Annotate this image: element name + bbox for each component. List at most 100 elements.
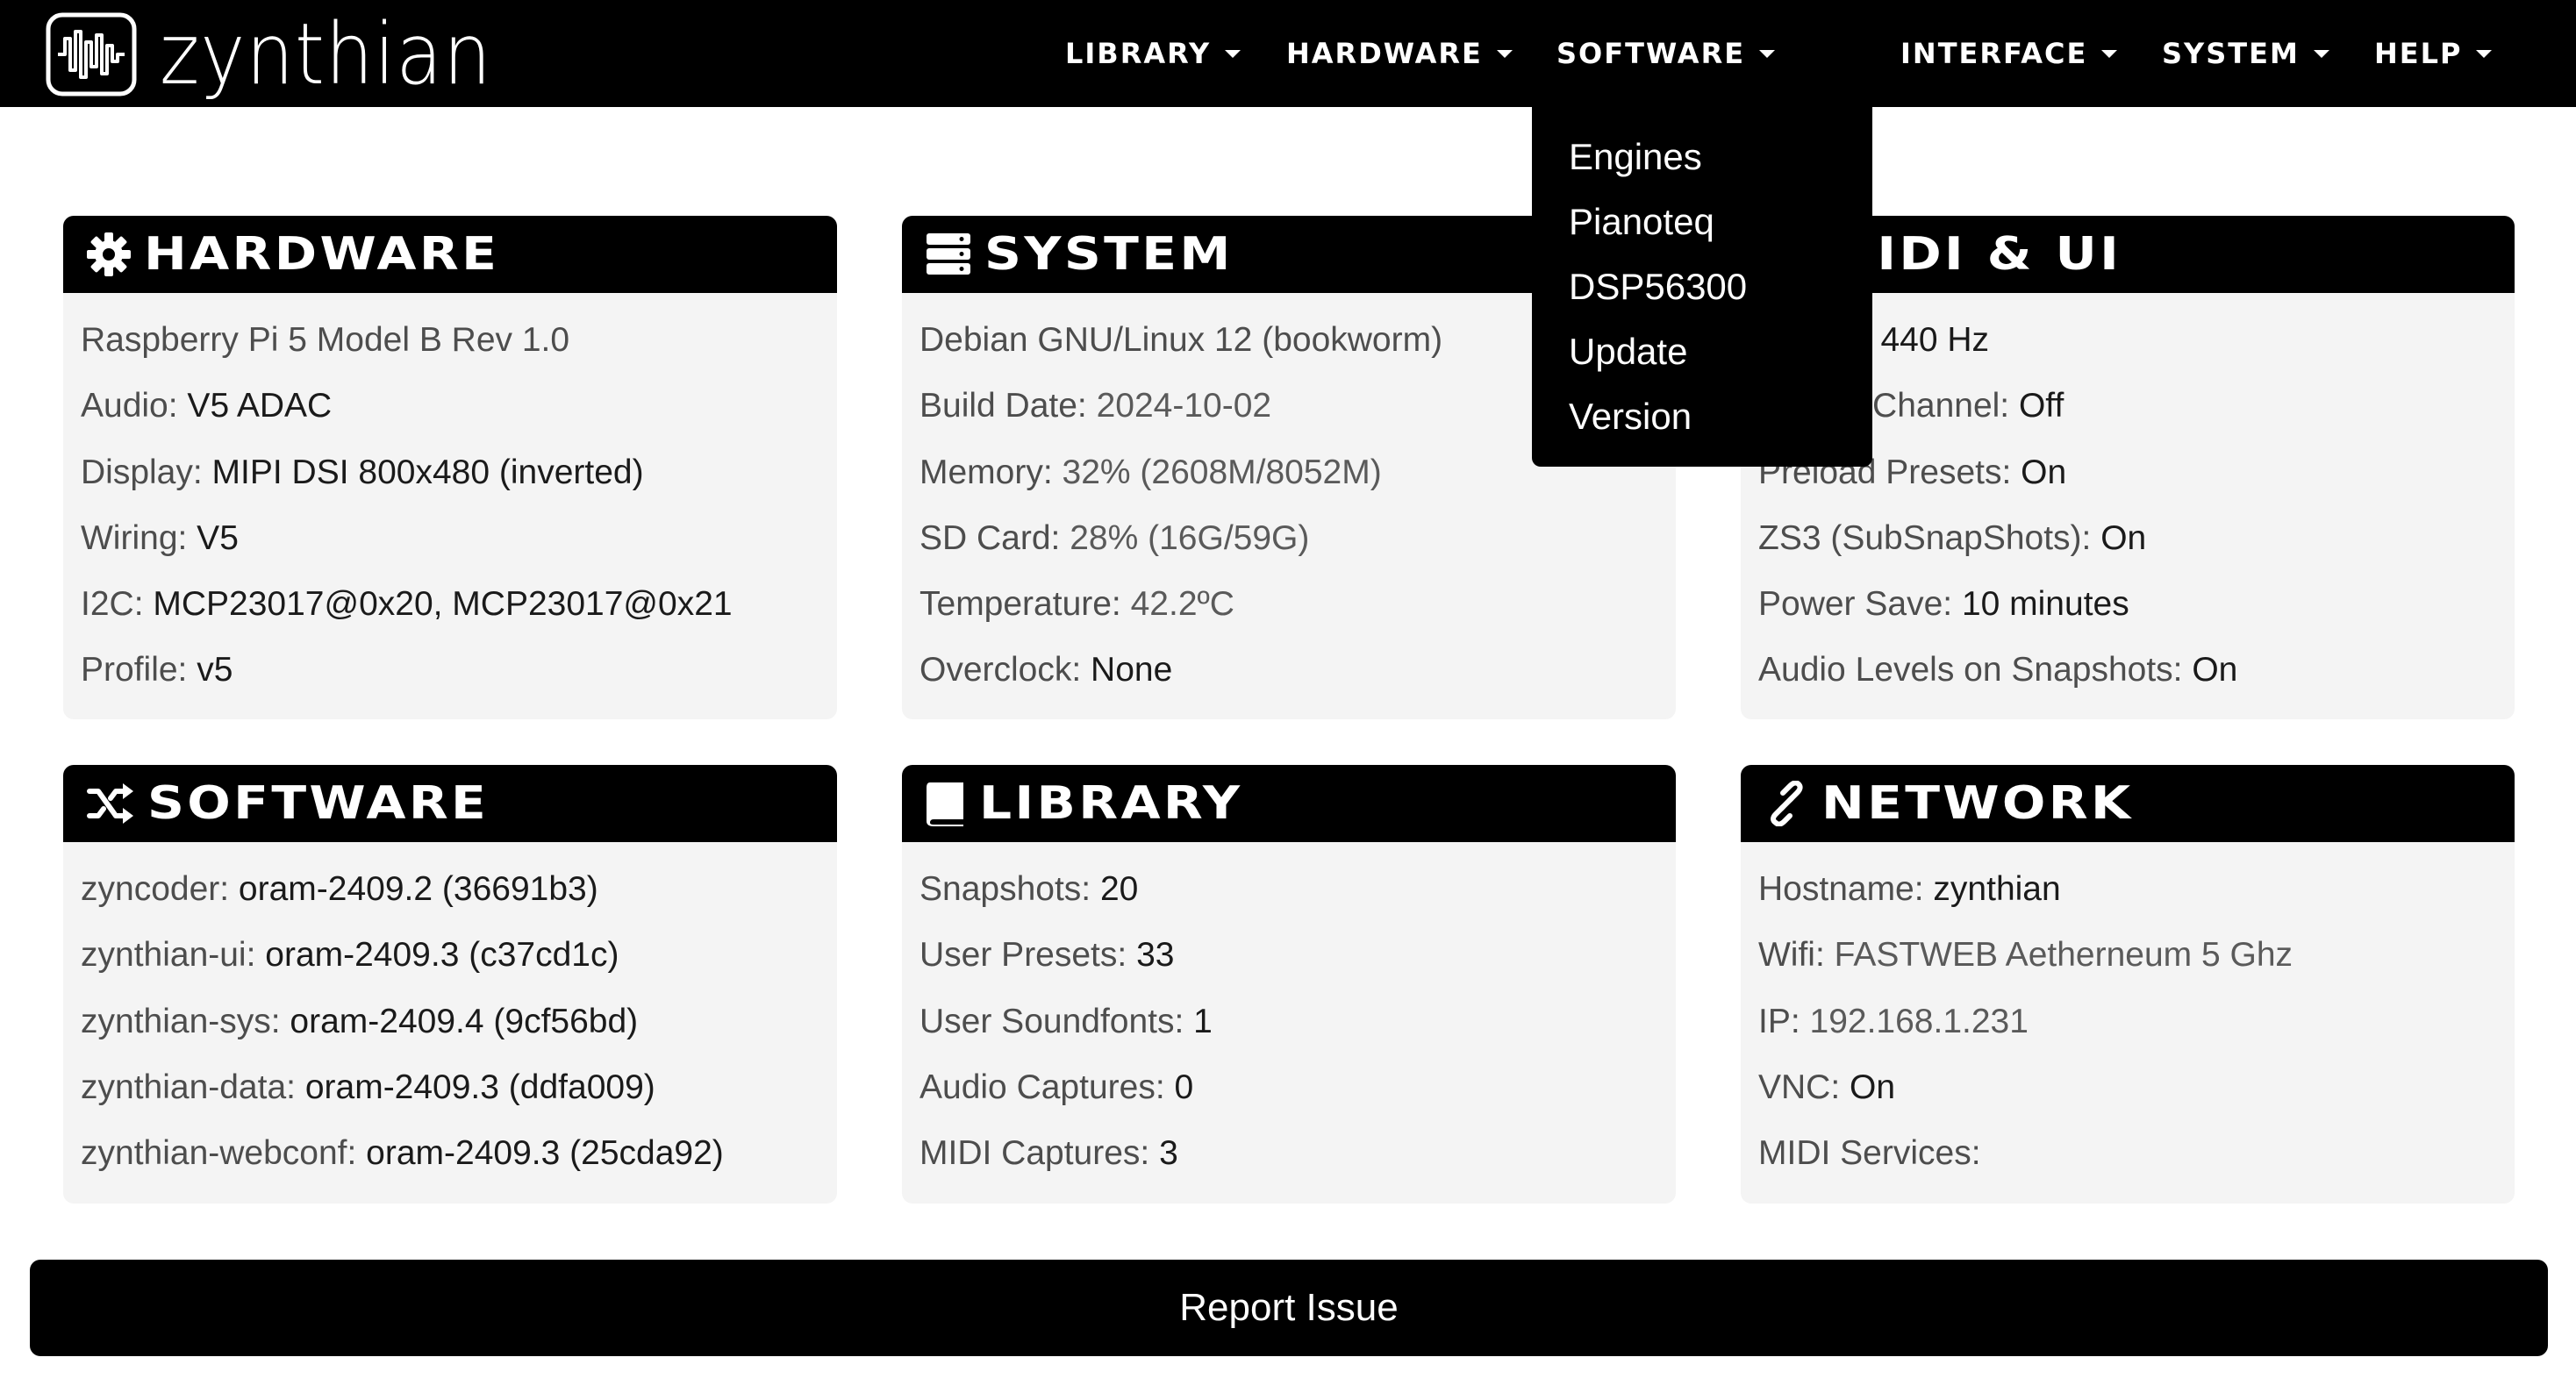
info-value: On bbox=[2182, 651, 2238, 689]
report-issue-label: Report Issue bbox=[1179, 1286, 1399, 1329]
info-value: 10 minutes bbox=[1952, 585, 2129, 624]
info-key: Audio Levels on Snapshots: bbox=[1758, 651, 2183, 689]
info-row: Overclock: None bbox=[919, 637, 1676, 703]
card-header: SOFTWARE bbox=[63, 765, 837, 842]
info-key: IP: bbox=[1758, 1002, 1800, 1040]
menu-item-update[interactable]: Update bbox=[1532, 319, 1872, 384]
info-key: MIDI Captures: bbox=[919, 1134, 1150, 1173]
menu-item-dsp56300[interactable]: DSP56300 bbox=[1532, 254, 1872, 319]
info-row: Power Save: 10 minutes bbox=[1758, 571, 2515, 637]
info-key: Overclock: bbox=[919, 651, 1082, 689]
info-key: Audio Captures: bbox=[919, 1068, 1165, 1106]
info-row: Display: MIPI DSI 800x480 (inverted) bbox=[81, 439, 837, 505]
hardware-card: HARDWARE Raspberry Pi 5 Model B Rev 1.0 … bbox=[63, 216, 837, 719]
info-row: ZS3 (SubSnapShots): On bbox=[1758, 505, 2515, 571]
caret-down-icon bbox=[2101, 49, 2118, 58]
card-body: Snapshots: 20 User Presets: 33 User Soun… bbox=[902, 842, 1676, 1186]
info-row: Audio Levels on Snapshots: On bbox=[1758, 637, 2515, 703]
info-value: MCP23017@0x20, MCP23017@0x21 bbox=[143, 585, 733, 624]
info-row: User Presets: 33 bbox=[919, 922, 1676, 988]
info-row: Profile: v5 bbox=[81, 637, 837, 703]
caret-down-icon bbox=[2313, 49, 2329, 58]
shuffle-icon bbox=[87, 783, 133, 824]
card-header: HARDWARE bbox=[63, 216, 837, 293]
info-value: 1 bbox=[1184, 1002, 1213, 1040]
network-card: NETWORK Hostname: zynthian Wifi: FASTWEB… bbox=[1741, 765, 2515, 1204]
software-card: SOFTWARE zyncoder: oram-2409.2 (36691b3)… bbox=[63, 765, 837, 1204]
card-title: SOFTWARE bbox=[147, 777, 490, 830]
info-key: SD Card: bbox=[919, 518, 1061, 557]
info-key: User Soundfonts: bbox=[919, 1002, 1184, 1040]
info-key: User Presets: bbox=[919, 936, 1127, 975]
info-key: Audio: bbox=[81, 387, 178, 425]
menu-item-engines[interactable]: Engines bbox=[1532, 125, 1872, 189]
info-key: zynthian-sys: bbox=[81, 1002, 281, 1040]
menu-item-version[interactable]: Version bbox=[1532, 384, 1872, 449]
info-key: Profile: bbox=[81, 651, 188, 689]
caret-down-icon bbox=[1759, 49, 1776, 58]
info-value: oram-2409.3 (ddfa009) bbox=[296, 1068, 655, 1106]
info-row: zynthian-data: oram-2409.3 (ddfa009) bbox=[81, 1054, 837, 1120]
nav-system-label: SYSTEM bbox=[2162, 37, 2300, 70]
card-header: LIBRARY bbox=[902, 765, 1676, 842]
gear-icon bbox=[87, 232, 131, 276]
top-navbar: zynthian LIBRARY HARDWARE SOFTWARE INTER… bbox=[0, 0, 2576, 107]
report-issue-button[interactable]: Report Issue bbox=[30, 1260, 2548, 1356]
info-row: IP: 192.168.1.231 bbox=[1758, 989, 2515, 1054]
info-row: VNC: On bbox=[1758, 1054, 2515, 1120]
info-value: V5 ADAC bbox=[177, 387, 333, 425]
info-value: oram-2409.2 (36691b3) bbox=[229, 870, 598, 908]
card-header: NETWORK bbox=[1741, 765, 2515, 842]
book-icon bbox=[927, 782, 963, 826]
nav-hardware[interactable]: HARDWARE bbox=[1286, 0, 1513, 107]
info-value: 32% (2608M/8052M) bbox=[1052, 453, 1382, 491]
info-value: zynthian bbox=[1923, 870, 2061, 908]
info-value: Off bbox=[2009, 387, 2064, 425]
info-value: 20 bbox=[1091, 870, 1139, 908]
info-value: 2024-10-02 bbox=[1086, 387, 1272, 425]
nav-help-label: HELP bbox=[2374, 37, 2463, 70]
info-key: Wifi: bbox=[1758, 936, 1825, 975]
info-key: Hostname: bbox=[1758, 870, 1924, 908]
card-title: SYSTEM bbox=[984, 228, 1234, 281]
info-row: zynthian-ui: oram-2409.3 (c37cd1c) bbox=[81, 922, 837, 988]
software-dropdown-menu: Engines Pianoteq DSP56300 Update Version bbox=[1532, 107, 1872, 467]
info-key: Memory: bbox=[919, 453, 1053, 491]
info-row: Wiring: V5 bbox=[81, 505, 837, 571]
nav-library[interactable]: LIBRARY bbox=[1065, 0, 1241, 107]
info-key: Power Save: bbox=[1758, 585, 1953, 624]
info-value: 0 bbox=[1164, 1068, 1194, 1106]
info-row: SD Card: 28% (16G/59G) bbox=[919, 505, 1676, 571]
nav-software[interactable]: SOFTWARE bbox=[1556, 0, 1776, 107]
info-value: oram-2409.3 (25cda92) bbox=[356, 1134, 724, 1173]
info-key: Debian GNU/Linux 12 (bookworm) bbox=[919, 321, 1443, 359]
nav-library-label: LIBRARY bbox=[1065, 37, 1212, 70]
info-row: Audio Captures: 0 bbox=[919, 1054, 1676, 1120]
info-row: I2C: MCP23017@0x20, MCP23017@0x21 bbox=[81, 571, 837, 637]
nav-help[interactable]: HELP bbox=[2374, 0, 2493, 107]
caret-down-icon bbox=[1225, 49, 1241, 58]
info-key: Display: bbox=[81, 453, 203, 491]
info-row: zynthian-webconf: oram-2409.3 (25cda92) bbox=[81, 1120, 837, 1186]
info-value: 42.2ºC bbox=[1120, 585, 1234, 624]
menu-item-pianoteq[interactable]: Pianoteq bbox=[1532, 189, 1872, 254]
info-value: 192.168.1.231 bbox=[1800, 1002, 2029, 1040]
info-row: zyncoder: oram-2409.2 (36691b3) bbox=[81, 856, 837, 922]
nav-hardware-label: HARDWARE bbox=[1286, 37, 1483, 70]
info-value: oram-2409.3 (c37cd1c) bbox=[255, 936, 619, 975]
caret-down-icon bbox=[2476, 49, 2493, 58]
info-value: 28% (16G/59G) bbox=[1060, 518, 1310, 557]
link-icon bbox=[1771, 781, 1803, 826]
info-value: 3 bbox=[1149, 1134, 1178, 1173]
nav-interface[interactable]: INTERFACE bbox=[1900, 0, 2118, 107]
nav-system[interactable]: SYSTEM bbox=[2162, 0, 2329, 107]
card-body: Hostname: zynthian Wifi: FASTWEB Aethern… bbox=[1741, 842, 2515, 1186]
info-key: Snapshots: bbox=[919, 870, 1091, 908]
info-key: zynthian-webconf: bbox=[81, 1134, 357, 1173]
brand[interactable]: zynthian bbox=[46, 12, 529, 96]
nav-software-label: SOFTWARE bbox=[1556, 37, 1746, 70]
info-key: I2C: bbox=[81, 585, 144, 624]
info-key: Raspberry Pi 5 Model B Rev 1.0 bbox=[81, 321, 570, 359]
info-row: MIDI Captures: 3 bbox=[919, 1120, 1676, 1186]
info-key: zynthian-ui: bbox=[81, 936, 256, 975]
